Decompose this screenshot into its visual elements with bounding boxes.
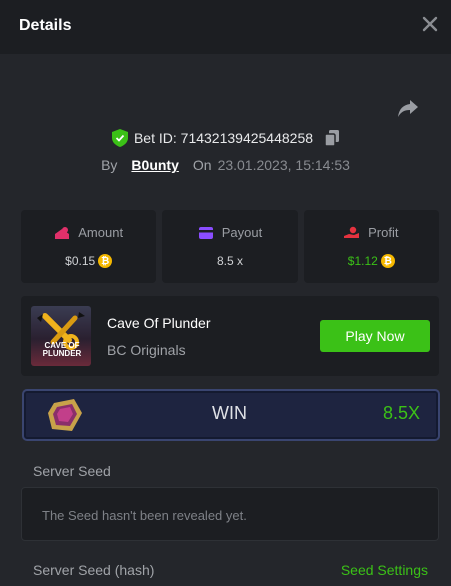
payout-value: 8.5 x xyxy=(216,254,243,268)
bet-date: 23.01.2023, 15:14:53 xyxy=(217,157,350,173)
amount-value: $0.15 xyxy=(65,254,96,268)
profit-label: Profit xyxy=(368,225,399,240)
payout-label: Payout xyxy=(221,225,263,240)
result-label: WIN xyxy=(212,403,247,423)
game-name: Cave Of Plunder xyxy=(107,315,211,331)
gem-icon xyxy=(48,399,82,431)
amount-label: Amount xyxy=(78,225,124,240)
server-seed-hash-label: Server Seed (hash) xyxy=(33,562,155,578)
game-thumbnail[interactable]: CAVE OF PLUNDER xyxy=(31,306,91,366)
bet-stats: Amount $0.15 ₿ Payout 8.5 x Profit $1.12… xyxy=(21,210,439,283)
copy-icon[interactable] xyxy=(325,130,340,146)
amount-icon xyxy=(55,226,70,239)
server-seed-label: Server Seed xyxy=(33,463,111,479)
bet-id: Bet ID: 71432139425448258 xyxy=(133,130,314,146)
share-icon[interactable] xyxy=(397,98,419,118)
on-label: On xyxy=(192,157,212,173)
amount-card: Amount $0.15 ₿ xyxy=(21,210,157,283)
coin-icon: ₿ xyxy=(380,254,395,268)
game-thumbnail-text: CAVE OF PLUNDER xyxy=(42,341,82,358)
by-label: By xyxy=(101,157,118,173)
profit-card: Profit $1.12 ₿ xyxy=(303,210,439,283)
seed-settings-link[interactable]: Seed Settings xyxy=(341,562,428,578)
bet-meta-row: By B0unty On 23.01.2023, 15:14:53 xyxy=(0,155,451,175)
game-card: CAVE OF PLUNDER Cave Of Plunder BC Origi… xyxy=(21,296,439,376)
game-provider: BC Originals xyxy=(107,342,186,358)
result-multiplier: 8.5X xyxy=(382,403,420,423)
close-icon[interactable] xyxy=(419,13,441,35)
profit-value: $1.12 xyxy=(347,254,378,268)
win-banner: WIN 8.5X xyxy=(22,389,440,441)
shield-check-icon xyxy=(111,129,128,147)
bet-id-row: Bet ID: 71432139425448258 xyxy=(0,128,451,148)
payout-card: Payout 8.5 x xyxy=(162,210,298,283)
server-seed-box: The Seed hasn't been revealed yet. xyxy=(21,487,439,541)
page-title: Details xyxy=(19,17,72,34)
payout-icon xyxy=(198,226,213,239)
play-now-button[interactable]: Play Now xyxy=(320,320,430,352)
details-header: Details xyxy=(0,0,451,54)
profit-icon xyxy=(344,226,360,238)
server-seed-placeholder: The Seed hasn't been revealed yet. xyxy=(42,508,247,523)
coin-icon: ₿ xyxy=(98,254,113,268)
user-link[interactable]: B0unty xyxy=(131,157,178,173)
